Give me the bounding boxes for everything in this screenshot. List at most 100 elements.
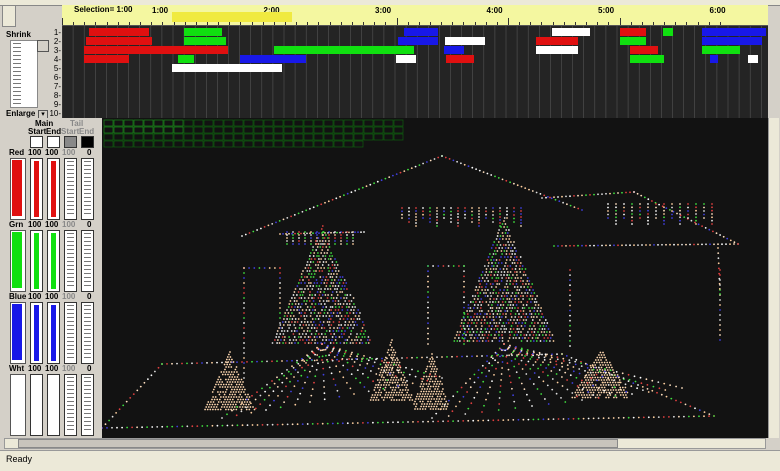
sequence-blocks bbox=[84, 28, 766, 72]
timeline-tick bbox=[307, 22, 309, 25]
main-end-level-bar[interactable] bbox=[47, 230, 60, 292]
timeline-tick bbox=[597, 22, 599, 25]
timeline-tick-label: 3:00 bbox=[375, 6, 392, 15]
tail-start-level-bar[interactable] bbox=[64, 158, 77, 220]
tail-start-level-bar[interactable] bbox=[64, 302, 77, 364]
zoom-slider-thumb[interactable] bbox=[37, 40, 49, 52]
sequence-block bbox=[710, 55, 718, 63]
sequence-block bbox=[274, 46, 414, 54]
timeline-tick bbox=[251, 22, 253, 25]
tail-end-value[interactable]: 0 bbox=[87, 292, 91, 301]
color-row-slider-fill bbox=[12, 376, 22, 432]
color-row-label: Blue bbox=[9, 292, 27, 301]
channel-grid[interactable] bbox=[62, 26, 768, 118]
sequence-block bbox=[84, 55, 129, 63]
sequence-block bbox=[702, 28, 766, 36]
sequence-block bbox=[702, 37, 762, 45]
timeline-tick bbox=[496, 22, 498, 25]
color-row-slider-fill bbox=[12, 160, 22, 216]
tail-end-swatch[interactable] bbox=[81, 136, 94, 148]
channel-row-label: 2- bbox=[53, 37, 61, 46]
main-end-value[interactable]: 100 bbox=[45, 292, 58, 301]
color-control-panel: Main Tail Start End Start End Red 100 10… bbox=[0, 118, 102, 440]
timeline-tick bbox=[719, 22, 721, 25]
tail-start-level-bar[interactable] bbox=[64, 230, 77, 292]
main-start-value[interactable]: 100 bbox=[28, 364, 41, 373]
vertical-scrollbar[interactable] bbox=[768, 118, 779, 438]
color-row-slider-fill bbox=[12, 304, 22, 360]
timeline-tick bbox=[441, 22, 443, 25]
timeline-tick bbox=[485, 22, 487, 25]
color-row-slider-fill bbox=[12, 232, 22, 288]
tail-end-value[interactable]: 0 bbox=[87, 148, 91, 157]
main-start-value[interactable]: 100 bbox=[28, 220, 41, 229]
timeline-tick bbox=[530, 22, 532, 25]
tail-start-value[interactable]: 100 bbox=[62, 148, 75, 157]
tail-start-value[interactable]: 100 bbox=[62, 292, 75, 301]
main-start-level-bar[interactable] bbox=[30, 302, 43, 364]
shrink-label: Shrink bbox=[6, 30, 31, 39]
selection-band[interactable] bbox=[172, 12, 292, 22]
timeline-tick bbox=[262, 22, 264, 25]
timeline-tick bbox=[128, 22, 130, 25]
main-end-level-bar[interactable] bbox=[47, 374, 60, 436]
timeline-tick bbox=[619, 18, 621, 25]
timeline-tick bbox=[641, 22, 643, 25]
color-row-label: Grn bbox=[9, 220, 24, 229]
tail-end-level-bar[interactable] bbox=[81, 302, 94, 364]
timeline-tick bbox=[563, 22, 565, 25]
timeline-ruler[interactable]: 1:00 2:00 3:00 4:00 5:00 6:00 bbox=[62, 5, 768, 26]
main-end-swatch[interactable] bbox=[47, 136, 60, 148]
timeline-tick bbox=[463, 22, 465, 25]
channel-row-label: 3- bbox=[53, 46, 61, 55]
timeline-tick bbox=[329, 22, 331, 25]
tail-start-swatch[interactable] bbox=[64, 136, 77, 148]
timeline-tick bbox=[296, 22, 298, 25]
zoom-slider[interactable] bbox=[10, 40, 38, 108]
main-end-level-bar[interactable] bbox=[47, 302, 60, 364]
sequence-block bbox=[84, 46, 228, 54]
main-end-value[interactable]: 100 bbox=[45, 364, 58, 373]
main-start-level-bar[interactable] bbox=[30, 374, 43, 436]
light-preview-canvas[interactable] bbox=[102, 118, 768, 438]
tail-end-value[interactable]: 0 bbox=[87, 364, 91, 373]
timeline-tick bbox=[474, 22, 476, 25]
sequence-block bbox=[398, 37, 438, 45]
tail-end-level-bar[interactable] bbox=[81, 230, 94, 292]
tail-end-value[interactable]: 0 bbox=[87, 220, 91, 229]
tail-start-value[interactable]: 100 bbox=[62, 364, 75, 373]
channel-row-label: 10- bbox=[49, 109, 61, 118]
timeline-scroll-button[interactable] bbox=[2, 5, 16, 27]
main-end-value[interactable]: 100 bbox=[45, 148, 58, 157]
timeline-tick-label: 6:00 bbox=[709, 6, 726, 15]
sequence-block bbox=[404, 28, 438, 36]
timeline-tick bbox=[273, 22, 275, 25]
horizontal-scrollbar-thumb[interactable] bbox=[18, 439, 618, 448]
timeline-tick bbox=[664, 22, 666, 25]
timeline-tick bbox=[574, 22, 576, 25]
main-end-value[interactable]: 100 bbox=[45, 220, 58, 229]
tail-end-level-bar[interactable] bbox=[81, 158, 94, 220]
main-start-value[interactable]: 100 bbox=[28, 292, 41, 301]
tail-start-level-bar[interactable] bbox=[64, 374, 77, 436]
sequence-block bbox=[536, 37, 578, 45]
sequence-block bbox=[396, 55, 416, 63]
sequence-block bbox=[184, 37, 226, 45]
house-light-dots bbox=[102, 155, 739, 429]
main-start-swatch[interactable] bbox=[30, 136, 43, 148]
sequence-block bbox=[620, 28, 646, 36]
timeline-tick bbox=[140, 22, 142, 25]
timeline-tick bbox=[62, 18, 63, 25]
sequence-block bbox=[552, 28, 590, 36]
color-row-label: Red bbox=[9, 148, 25, 157]
main-start-level-bar[interactable] bbox=[30, 158, 43, 220]
main-start-value[interactable]: 100 bbox=[28, 148, 41, 157]
channel-row-label: 8- bbox=[53, 91, 61, 100]
main-end-level-bar[interactable] bbox=[47, 158, 60, 220]
tail-end-level-bar[interactable] bbox=[81, 374, 94, 436]
timeline-tick bbox=[586, 22, 588, 25]
timeline-tick bbox=[652, 22, 654, 25]
tail-start-value[interactable]: 100 bbox=[62, 220, 75, 229]
timeline-tick bbox=[675, 22, 677, 25]
main-start-level-bar[interactable] bbox=[30, 230, 43, 292]
